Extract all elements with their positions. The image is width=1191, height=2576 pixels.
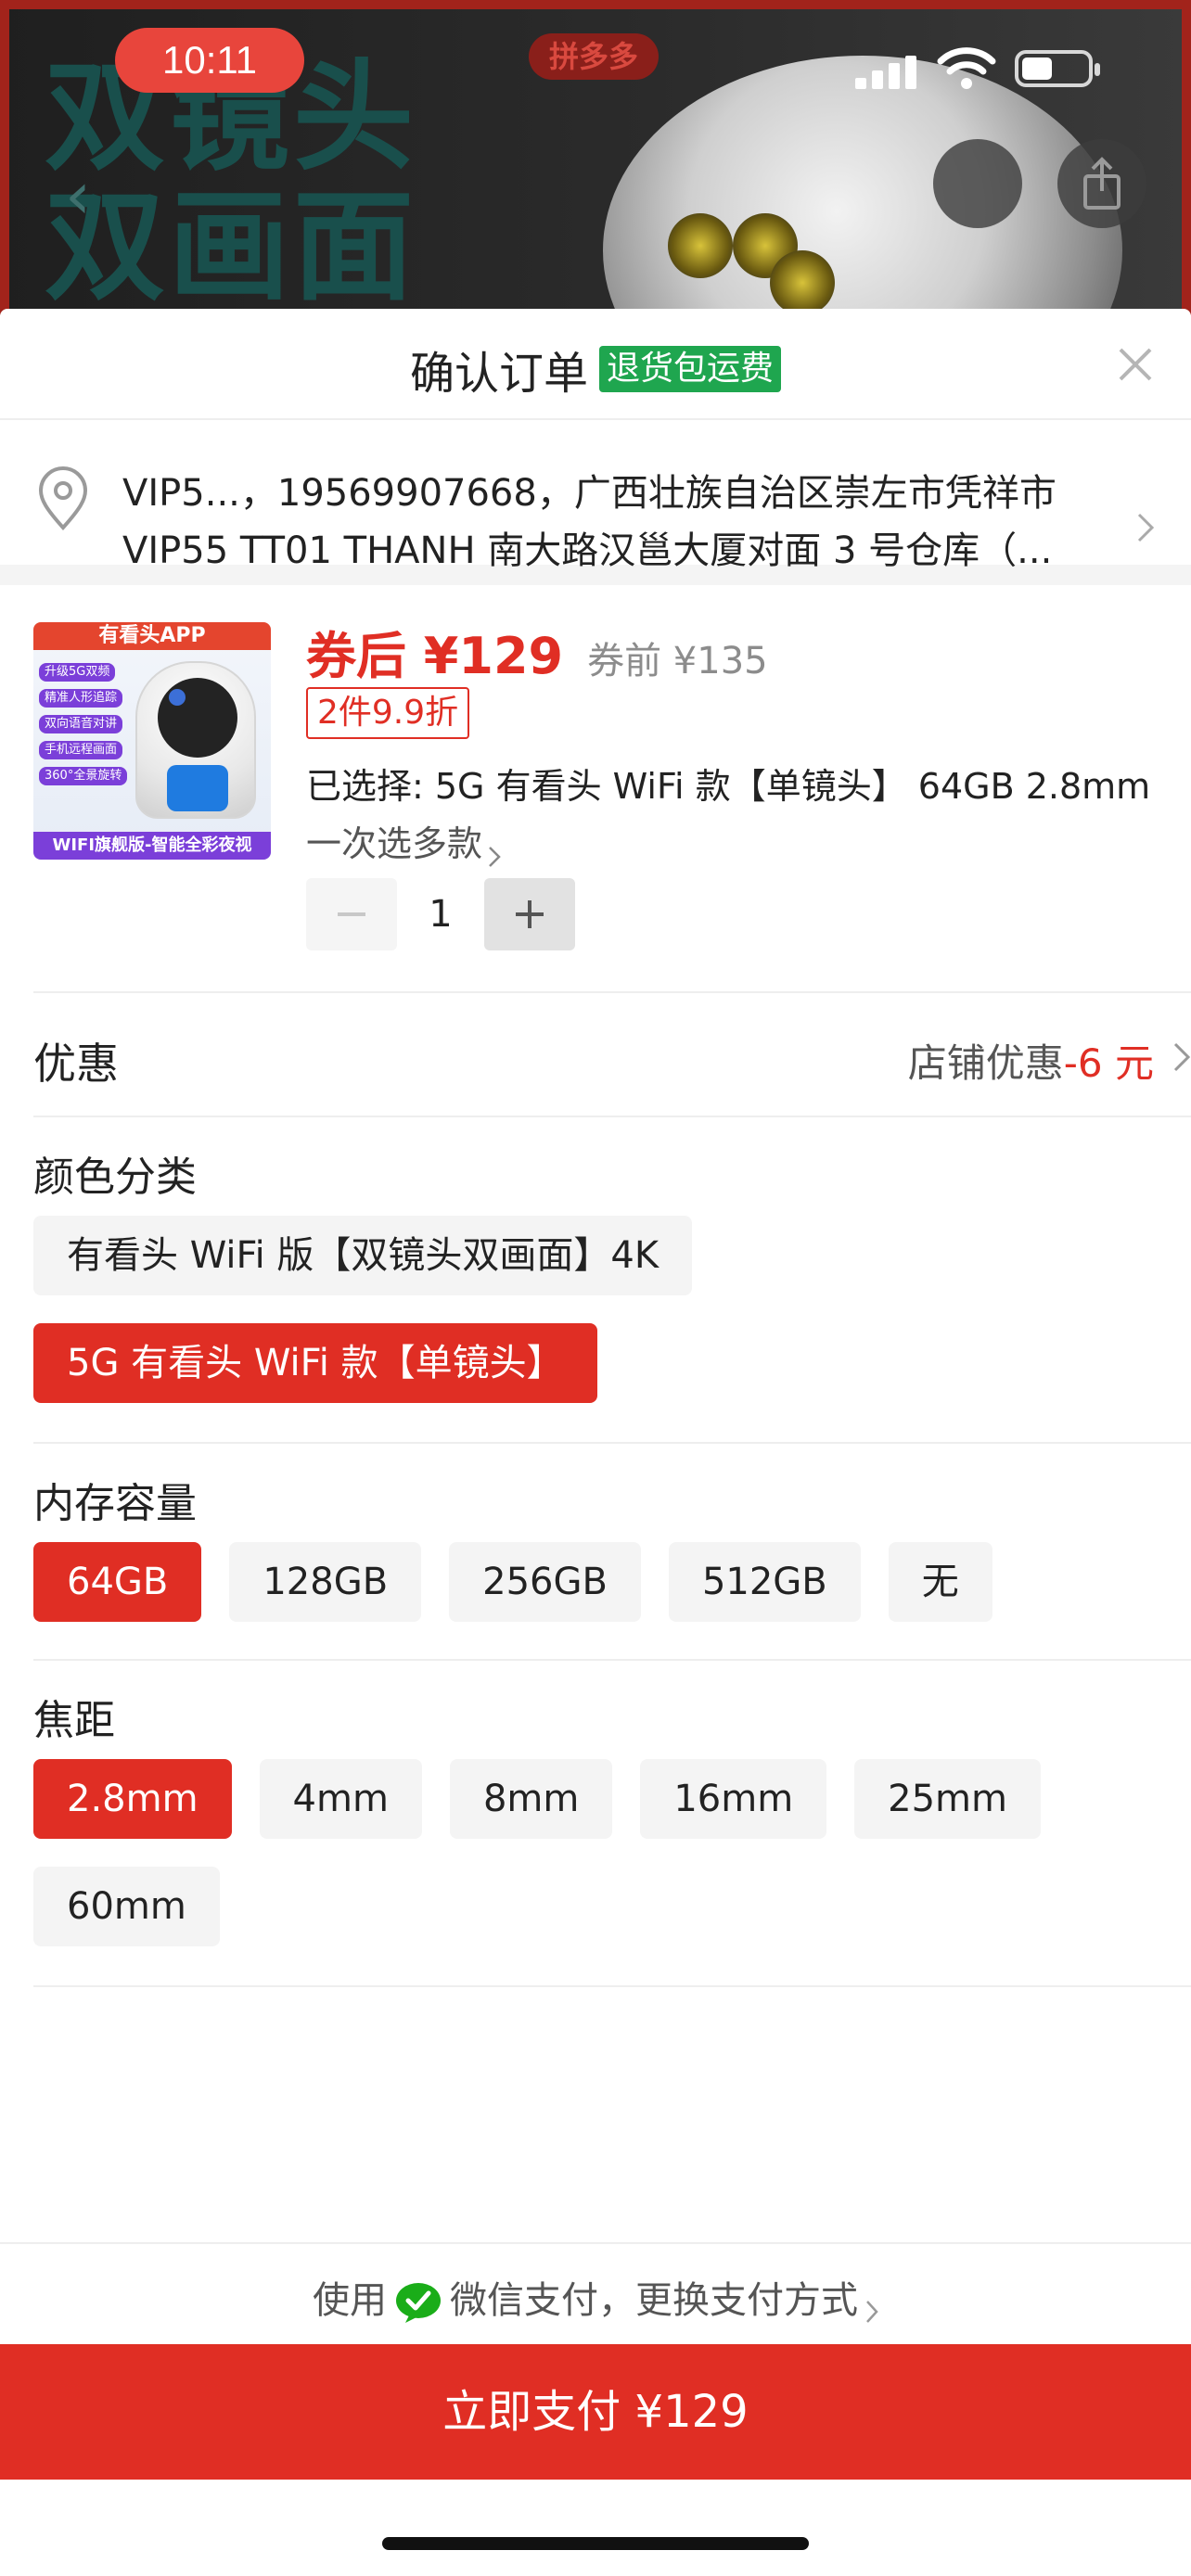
option-chip[interactable]: 512GB <box>668 1542 861 1622</box>
option-group-title: 内存容量 <box>33 1480 197 1527</box>
price-before-coupon: 券前 ¥135 <box>587 640 768 682</box>
thumbnail-tag: 双向语音对讲 <box>39 715 123 733</box>
option-chip[interactable]: 25mm <box>854 1759 1041 1839</box>
discount-value: 店铺优惠-6 元 <box>908 1032 1154 1089</box>
product-summary: 有看头APP 升级5G双频 精准人形追踪 双向语音对讲 手机远程画面 360°全… <box>33 585 1191 993</box>
discount-row[interactable]: 优惠 店铺优惠-6 元 <box>33 993 1191 1117</box>
option-group-memory: 内存容量 64GB 128GB 256GB 512GB 无 <box>33 1444 1191 1661</box>
sheet-header: 确认订单 退货包运费 <box>0 309 1191 420</box>
option-chip[interactable]: 8mm <box>449 1759 613 1839</box>
wifi-icon <box>937 45 996 91</box>
chevron-right-icon <box>865 2290 878 2323</box>
price-after-coupon: 券后 ¥129 <box>306 627 564 685</box>
confirm-order-sheet: 确认订单 退货包运费 VIP5...，19569907668，广西壮族自治区崇左市… <box>0 309 1191 2576</box>
multi-select-link[interactable]: 一次选多款 <box>306 815 501 867</box>
option-group-title: 颜色分类 <box>33 1154 197 1201</box>
thumbnail-top-banner: 有看头APP <box>33 622 271 650</box>
option-chip[interactable]: 16mm <box>640 1759 827 1839</box>
chevron-right-icon <box>1135 511 1156 544</box>
option-chip-selected[interactable]: 2.8mm <box>33 1759 232 1839</box>
option-chip[interactable]: 4mm <box>259 1759 422 1839</box>
promo-tag: 2件9.9折 <box>306 687 470 739</box>
multi-select-label: 一次选多款 <box>306 823 483 864</box>
quantity-value[interactable]: 1 <box>397 878 484 950</box>
option-chip[interactable]: 128GB <box>229 1542 422 1622</box>
option-group-focal-length: 焦距 2.8mm 4mm 8mm 16mm 25mm 60mm <box>33 1661 1191 1987</box>
option-chip-selected[interactable]: 64GB <box>33 1542 202 1622</box>
selected-spec-text: 已选择: 5G 有看头 WiFi 款【单镜头】 64GB 2.8mm <box>306 766 1151 807</box>
option-chip[interactable]: 无 <box>888 1542 992 1622</box>
option-chip-selected[interactable]: 5G 有看头 WiFi 款【单镜头】 <box>33 1323 597 1403</box>
discount-value-prefix: 店铺优惠 <box>907 1040 1064 1086</box>
plus-icon[interactable] <box>484 878 575 950</box>
thumbnail-camera-image <box>135 661 256 819</box>
address-line-2: VIP55 TT01 THANH 南大路汉邕大厦对面 3 号仓库（... <box>122 529 1053 572</box>
option-chip[interactable]: 有看头 WiFi 版【双镜头双画面】4K <box>33 1216 693 1295</box>
status-time: 10:11 <box>115 28 304 93</box>
address-line-1: VIP5...，19569907668，广西壮族自治区崇左市凭祥市 <box>122 472 1057 515</box>
cellular-signal-icon <box>855 52 918 89</box>
thumbnail-tag: 精准人形追踪 <box>39 689 123 708</box>
option-group-title: 焦距 <box>33 1697 115 1744</box>
discount-amount: -6 元 <box>1063 1040 1154 1086</box>
location-pin-icon <box>33 466 93 533</box>
option-group-color: 颜色分类 有看头 WiFi 版【双镜头双画面】4K 5G 有看头 WiFi 款【… <box>33 1117 1191 1444</box>
payment-method-row[interactable]: 使用 微信支付，更换支付方式 <box>0 2242 1191 2344</box>
pay-now-button[interactable]: 立即支付 ¥129 <box>0 2344 1191 2480</box>
battery-icon <box>1015 50 1100 87</box>
discount-label: 优惠 <box>33 1039 119 1089</box>
chevron-right-icon <box>1172 1041 1191 1073</box>
close-icon[interactable] <box>1113 342 1158 387</box>
wechat-pay-icon <box>394 2282 442 2323</box>
home-indicator[interactable] <box>382 2537 809 2550</box>
thumbnail-bottom-banner: WIFI旗舰版-智能全彩夜视 <box>33 832 271 860</box>
thumbnail-tag: 手机远程画面 <box>39 741 123 759</box>
payment-method-label: 微信支付，更换支付方式 <box>450 2279 858 2322</box>
thumbnail-tag: 升级5G双频 <box>39 663 116 682</box>
option-chip[interactable]: 60mm <box>33 1867 220 1946</box>
free-return-badge: 退货包运费 <box>599 346 782 392</box>
product-thumbnail[interactable]: 有看头APP 升级5G双频 精准人形追踪 双向语音对讲 手机远程画面 360°全… <box>33 622 271 860</box>
payment-prefix: 使用 <box>313 2279 387 2322</box>
minus-icon[interactable] <box>306 878 397 950</box>
option-chip[interactable]: 256GB <box>449 1542 641 1622</box>
chevron-right-icon <box>488 835 501 867</box>
price-row: 券后 ¥129 券前 ¥135 <box>306 615 768 688</box>
thumbnail-tag: 360°全景旋转 <box>39 767 128 785</box>
sheet-title: 确认订单 <box>409 348 588 400</box>
shipping-address[interactable]: VIP5...，19569907668，广西壮族自治区崇左市凭祥市 VIP55 … <box>0 420 1191 585</box>
